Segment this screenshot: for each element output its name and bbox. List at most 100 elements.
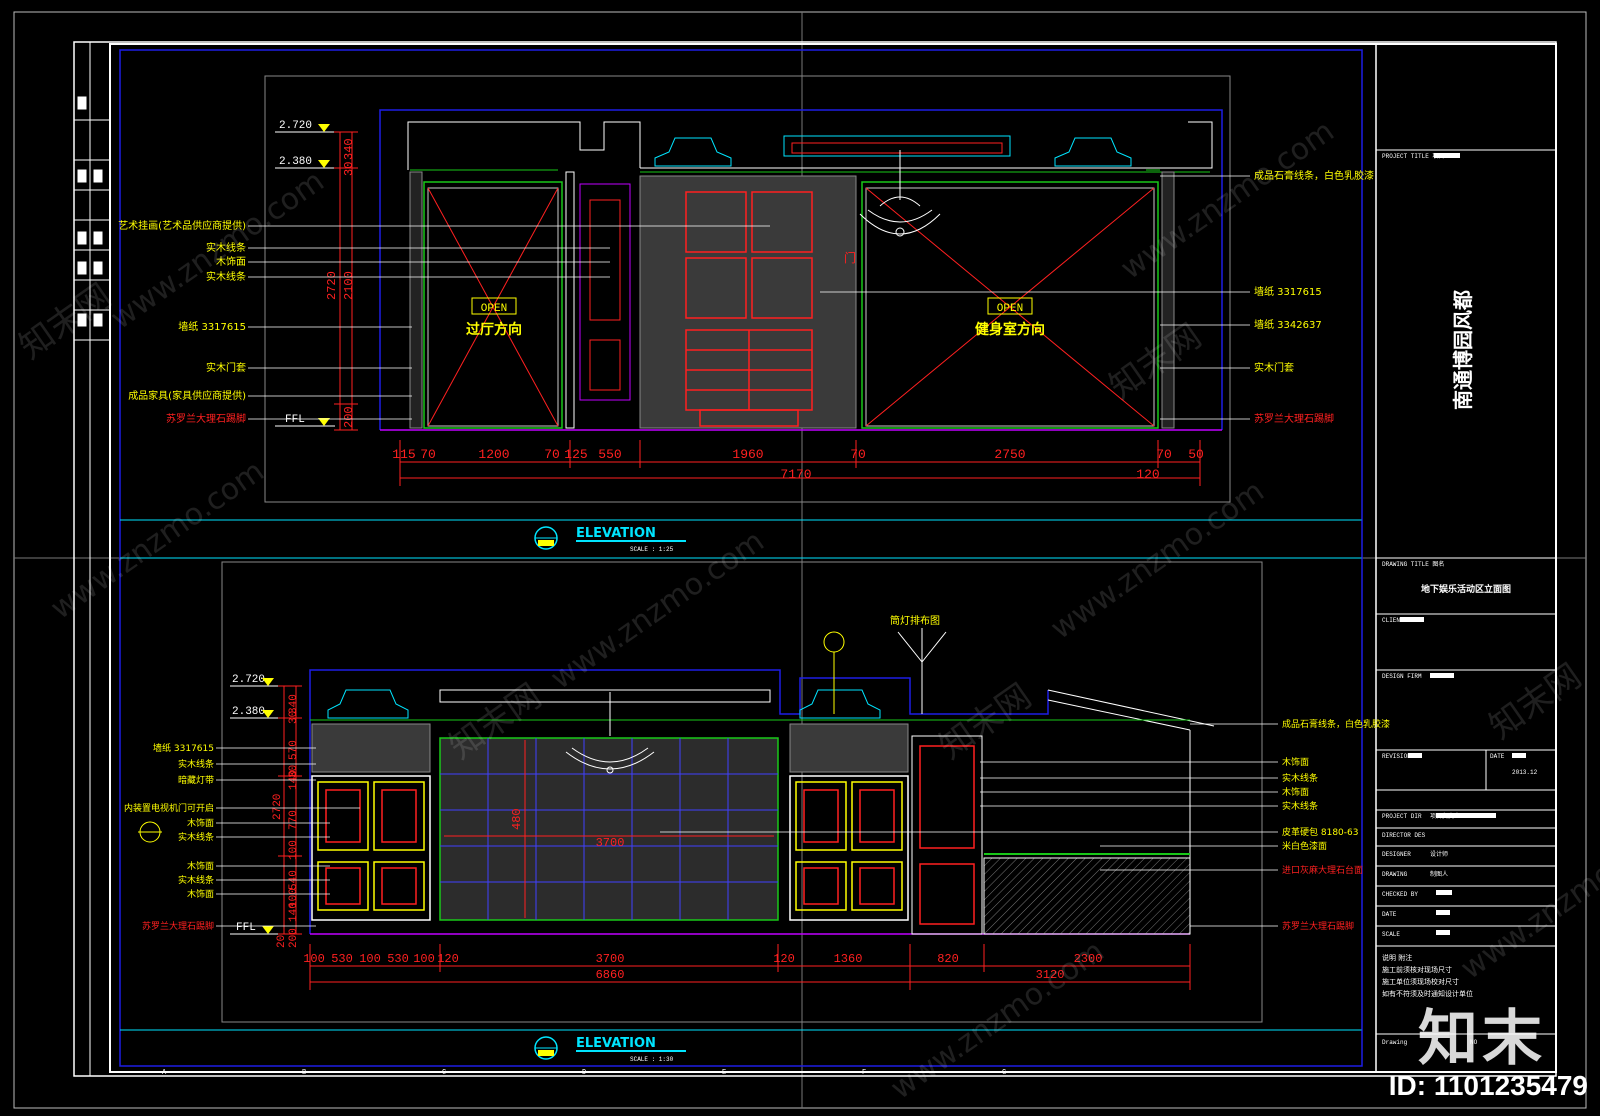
lower-right-label: 米白色漆面 <box>1282 840 1327 852</box>
lower-vdim: 570 <box>288 740 300 760</box>
lower-right-label: 木饰面 <box>1282 756 1309 768</box>
lower-vdim: 140 <box>288 902 300 922</box>
lower-left-label: 实木线条 <box>178 831 214 843</box>
svg-text:B: B <box>302 1069 306 1077</box>
lower-left-label: 木饰面 <box>187 860 214 872</box>
lower-elevation-scale: SCALE : 1:30 <box>630 1056 674 1063</box>
svg-text:知末网: 知末网 <box>932 676 1038 767</box>
lower-right-label: 实木线条 <box>1282 800 1318 812</box>
svg-text:SCALE: SCALE <box>1382 931 1400 938</box>
lower-left-label: 实木线条 <box>178 874 214 886</box>
project-name: 南通博园风都 <box>1451 290 1475 410</box>
lower-right-label: 实木线条 <box>1282 772 1318 784</box>
lower-left-label: 木饰面 <box>187 817 214 829</box>
svg-text:www.znzmo.com: www.znzmo.com <box>45 454 271 627</box>
upper-right-label: 苏罗兰大理石踢脚 <box>1254 412 1334 425</box>
upper-hdim: 1960 <box>732 447 763 462</box>
lower-right-label: 苏罗兰大理石踢脚 <box>1282 920 1354 932</box>
svg-text:www.znzmo.com: www.znzmo.com <box>105 164 331 337</box>
lower-vdim: 20 <box>276 935 288 948</box>
upper-total-dim: 120 <box>1136 467 1159 482</box>
svg-text:设计师: 设计师 <box>1430 850 1448 858</box>
svg-text:知末网: 知末网 <box>12 276 118 367</box>
lower-level-top: 2.720 <box>232 674 265 686</box>
lower-elevation: 480 3700 筒灯排布图 2.720 2.380 FFL 30 340 57… <box>124 561 1390 1063</box>
lower-level-mid: 2.380 <box>232 706 265 718</box>
svg-text:说明 附注: 说明 附注 <box>1382 953 1412 962</box>
lower-top-note: 筒灯排布图 <box>890 614 940 627</box>
upper-hdim: 550 <box>598 447 621 462</box>
upper-right-label: 实木门套 <box>1254 361 1294 374</box>
lower-hdim: 100 <box>359 952 381 966</box>
svg-text:DESIGNER: DESIGNER <box>1382 851 1411 858</box>
lower-vdim: 100 <box>288 840 300 860</box>
date-label: DATE <box>1490 753 1505 760</box>
lower-left-label: 苏罗兰大理石踢脚 <box>142 920 214 932</box>
upper-hdim: 70 <box>850 447 866 462</box>
lower-hdim: 3700 <box>596 952 625 966</box>
upper-hdim: 70 <box>544 447 560 462</box>
upper-right-label: 墙纸 3317615 <box>1254 285 1322 298</box>
svg-text:制图人: 制图人 <box>1430 870 1448 878</box>
upper-hdim: 70 <box>420 447 436 462</box>
lower-vdim: 2720 <box>272 794 284 820</box>
lower-hdim: 120 <box>773 952 795 966</box>
svg-text:PROJECT DIR: PROJECT DIR <box>1382 813 1422 820</box>
upper-level-top: 2.720 <box>279 120 312 132</box>
svg-text:www.znzmo.com: www.znzmo.com <box>1115 114 1341 287</box>
svg-text:F: F <box>862 1069 866 1077</box>
upper-opening-tag-left: OPEN <box>481 303 507 315</box>
lower-left-label: 墙纸 3317615 <box>153 742 214 754</box>
svg-text:CHECKED BY: CHECKED BY <box>1382 891 1418 898</box>
svg-text:G: G <box>1002 1069 1006 1077</box>
upper-center-note: 门 <box>844 250 856 265</box>
drawing-title: 地下娱乐活动区立面图 <box>1421 583 1511 595</box>
upper-left-label: 苏罗兰大理石踢脚 <box>166 412 246 425</box>
upper-left-label: 墙纸 3317615 <box>178 320 246 333</box>
svg-text:DRAWING: DRAWING <box>1382 871 1408 878</box>
lower-hdim: 100 <box>413 952 435 966</box>
lower-left-label: 实木线条 <box>178 758 214 770</box>
svg-text:施工单位须现场校对尺寸: 施工单位须现场校对尺寸 <box>1382 977 1459 986</box>
drawing-no-label: Drawing <box>1382 1039 1408 1046</box>
upper-left-label: 实木门套 <box>206 361 246 374</box>
upper-opening-tag-right: OPEN <box>997 303 1023 315</box>
lower-hdim: 820 <box>937 952 959 966</box>
lower-center-height: 480 <box>510 808 524 830</box>
upper-elevation-scale: SCALE : 1:25 <box>630 546 674 553</box>
upper-vdim-2100: 2100 <box>342 271 356 300</box>
lower-vdim: 770 <box>288 810 300 830</box>
upper-hdim: 1200 <box>478 447 509 462</box>
lower-right-label: 进口灰麻大理石台面 <box>1282 864 1363 876</box>
cad-drawing-canvas: 2.720 2.380 FFL 340 30 2720 2100 200 艺术挂… <box>12 11 1600 1109</box>
upper-opening-label-right: 健身室方向 <box>975 321 1045 338</box>
svg-text:E: E <box>722 1069 726 1077</box>
logo-stamp: 知末 <box>1418 1004 1546 1074</box>
upper-elevation: 2.720 2.380 FFL 340 30 2720 2100 200 艺术挂… <box>118 75 1374 553</box>
lower-vdim: 340 <box>288 694 300 714</box>
upper-vdim-2720: 2720 <box>325 271 339 300</box>
upper-level-floor: FFL <box>285 414 305 426</box>
upper-hdim: 2750 <box>994 447 1025 462</box>
upper-vdim-200: 200 <box>342 406 356 428</box>
upper-opening-label-left: 过厅方向 <box>466 321 522 338</box>
image-id-label: ID: 1101235479 <box>1388 1070 1588 1101</box>
svg-text:施工前须核对现场尺寸: 施工前须核对现场尺寸 <box>1382 965 1452 974</box>
svg-text:www.znzmo.com: www.znzmo.com <box>1455 814 1600 987</box>
lower-right-label: 皮革硬包 8180-63 <box>1282 826 1358 838</box>
lower-vdim: 200 <box>288 928 300 948</box>
upper-right-label: 墙纸 3342637 <box>1254 318 1322 331</box>
design-firm-label: DESIGN FIRM <box>1382 673 1422 680</box>
lower-left-label: 内装置电视机门可开启 <box>124 802 214 814</box>
lower-center-width: 3700 <box>596 836 625 850</box>
svg-text:www.znzmo.com: www.znzmo.com <box>1045 474 1271 647</box>
upper-vdim-340: 340 <box>342 138 356 160</box>
upper-left-label: 成品家具(家具供应商提供) <box>128 389 246 402</box>
upper-vdim-30: 30 <box>342 162 356 176</box>
upper-elevation-title: ELEVATION <box>576 526 656 541</box>
lower-hdim: 1360 <box>834 952 863 966</box>
svg-text:C: C <box>442 1069 446 1077</box>
lower-hdim: 120 <box>437 952 459 966</box>
lower-left-label: 木饰面 <box>187 888 214 900</box>
upper-total-dim: 7170 <box>780 467 811 482</box>
